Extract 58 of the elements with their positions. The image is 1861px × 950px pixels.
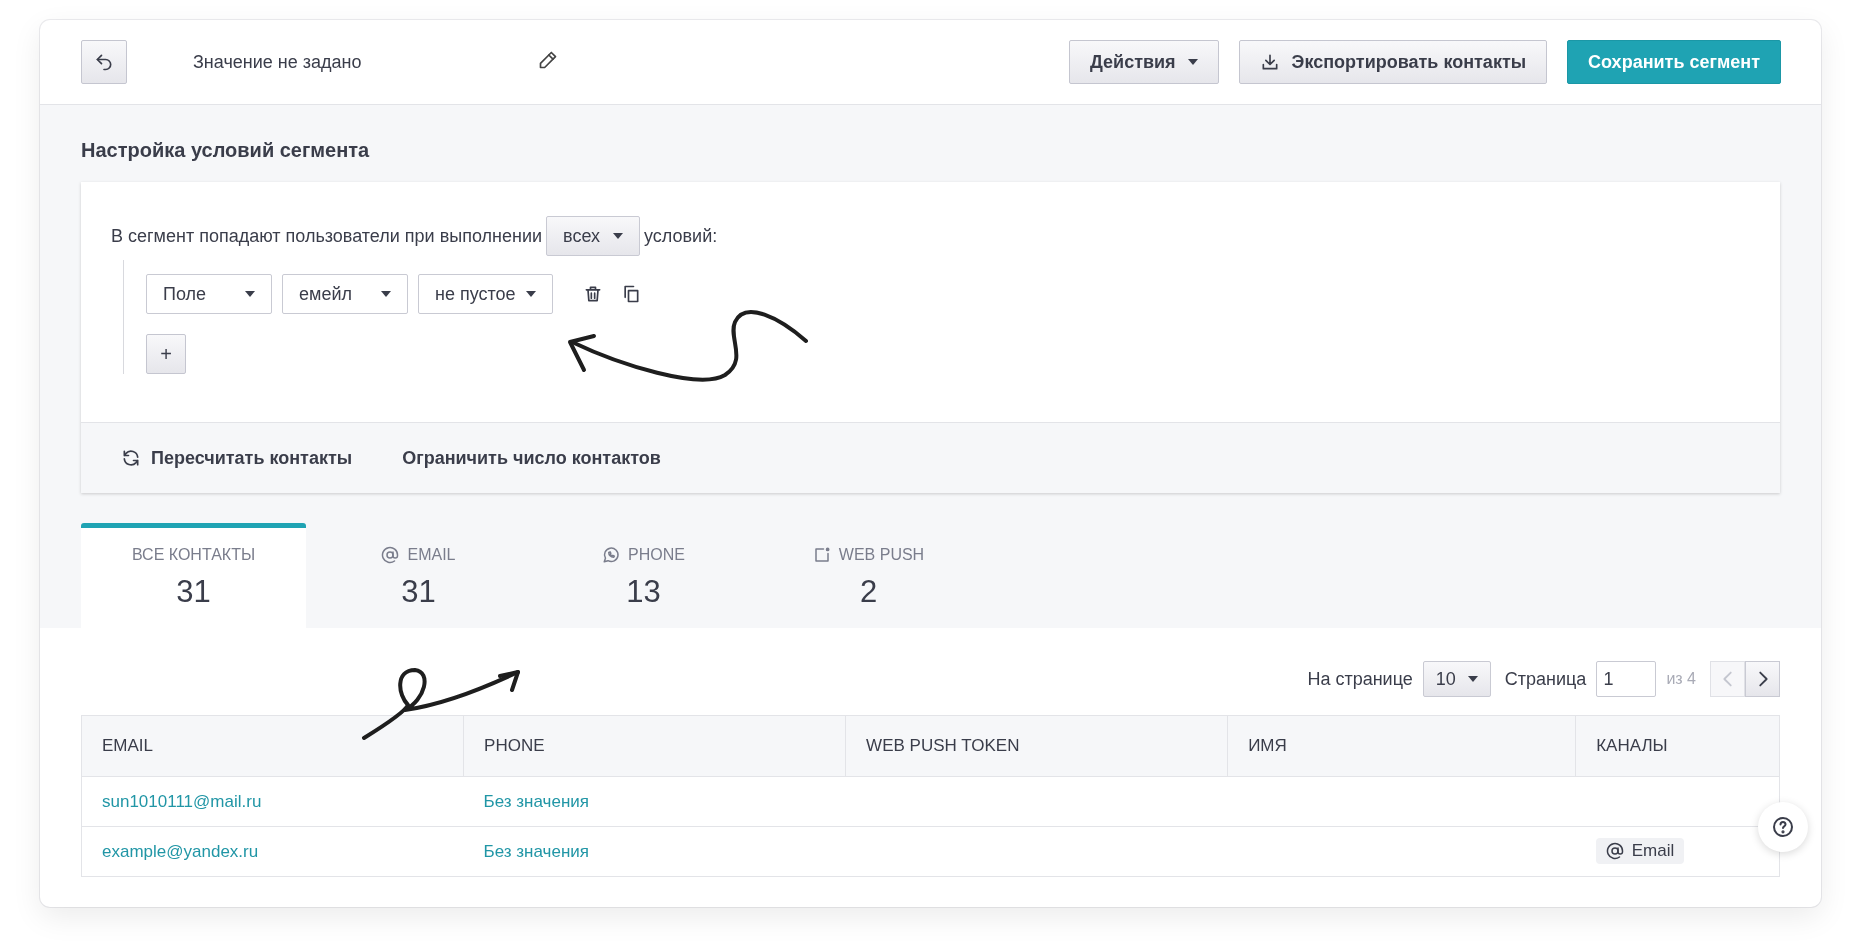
limit-contacts-link[interactable]: Ограничить число контактов <box>402 447 661 469</box>
per-page-select[interactable]: 10 <box>1422 661 1491 697</box>
back-button[interactable] <box>81 40 127 84</box>
help-icon <box>1771 815 1795 839</box>
at-icon <box>1605 842 1624 860</box>
section-heading: Настройка условий сегмента <box>81 138 371 163</box>
channel-tab[interactable]: PHONE 13 <box>531 523 756 628</box>
caret-icon <box>526 291 536 297</box>
export-button[interactable]: Экспортировать контакты <box>1238 40 1548 84</box>
recalculate-button[interactable]: Пересчитать контакты <box>121 447 353 469</box>
tab-label: ВСЕ КОНТАКТЫ <box>131 546 256 564</box>
page-total: из 4 <box>1666 670 1696 688</box>
column-header: КАНАЛЫ <box>1575 715 1780 777</box>
tab-label: WEB PUSH <box>838 546 925 564</box>
column-header: ИМЯ <box>1227 715 1576 777</box>
rule-select[interactable]: Поле <box>146 274 272 314</box>
page-input[interactable]: 1 <box>1596 661 1657 697</box>
tab-label: EMAIL <box>407 546 456 564</box>
column-header: WEB PUSH TOKEN <box>845 715 1228 777</box>
phone-link[interactable]: Без значения <box>483 841 589 861</box>
window-notification-icon <box>812 546 831 564</box>
at-icon <box>381 546 400 564</box>
match-select[interactable]: всех <box>546 216 640 256</box>
refresh-icon <box>121 448 141 468</box>
undo-icon <box>94 52 114 72</box>
rule-select[interactable]: емейл <box>282 274 408 314</box>
rule-select[interactable]: не пустое <box>418 274 553 314</box>
channel-label: Email <box>1631 841 1675 861</box>
tab-count: 13 <box>626 574 661 610</box>
channel-tab[interactable]: WEB PUSH 2 <box>756 523 981 628</box>
chat-phone-icon <box>602 546 621 564</box>
next-page-button[interactable] <box>1745 661 1780 697</box>
caret-icon <box>613 233 623 239</box>
add-condition-button[interactable]: + <box>146 334 186 374</box>
trash-icon <box>583 284 603 304</box>
pencil-icon <box>538 50 558 70</box>
caret-icon <box>381 291 391 297</box>
caret-icon <box>1467 676 1478 682</box>
caret-icon <box>1187 59 1198 65</box>
copy-icon <box>621 284 641 304</box>
condition-text: В сегмент попадают пользователи при выполнении <box>111 225 542 247</box>
email-link[interactable]: sun1010111@mail.ru <box>102 791 262 811</box>
email-link[interactable]: example@yandex.ru <box>102 841 259 861</box>
tab-label: PHONE <box>628 546 685 564</box>
segment-title: Значение не задано <box>193 51 363 73</box>
phone-link[interactable]: Без значения <box>483 791 589 811</box>
tab-count: 31 <box>176 574 211 610</box>
column-header: EMAIL <box>81 715 464 777</box>
condition-text: условий: <box>644 225 718 247</box>
actions-dropdown[interactable]: Действия <box>1069 40 1219 84</box>
per-page-label: На странице <box>1307 668 1413 690</box>
tab-count: 31 <box>401 574 436 610</box>
caret-icon <box>245 291 255 297</box>
channel-tab[interactable]: ВСЕ КОНТАКТЫ 31 <box>81 523 306 628</box>
channel-tab[interactable]: EMAIL 31 <box>306 523 531 628</box>
tab-count: 2 <box>859 574 878 610</box>
column-header: PHONE <box>463 715 846 777</box>
page-label: Страница <box>1504 668 1587 690</box>
